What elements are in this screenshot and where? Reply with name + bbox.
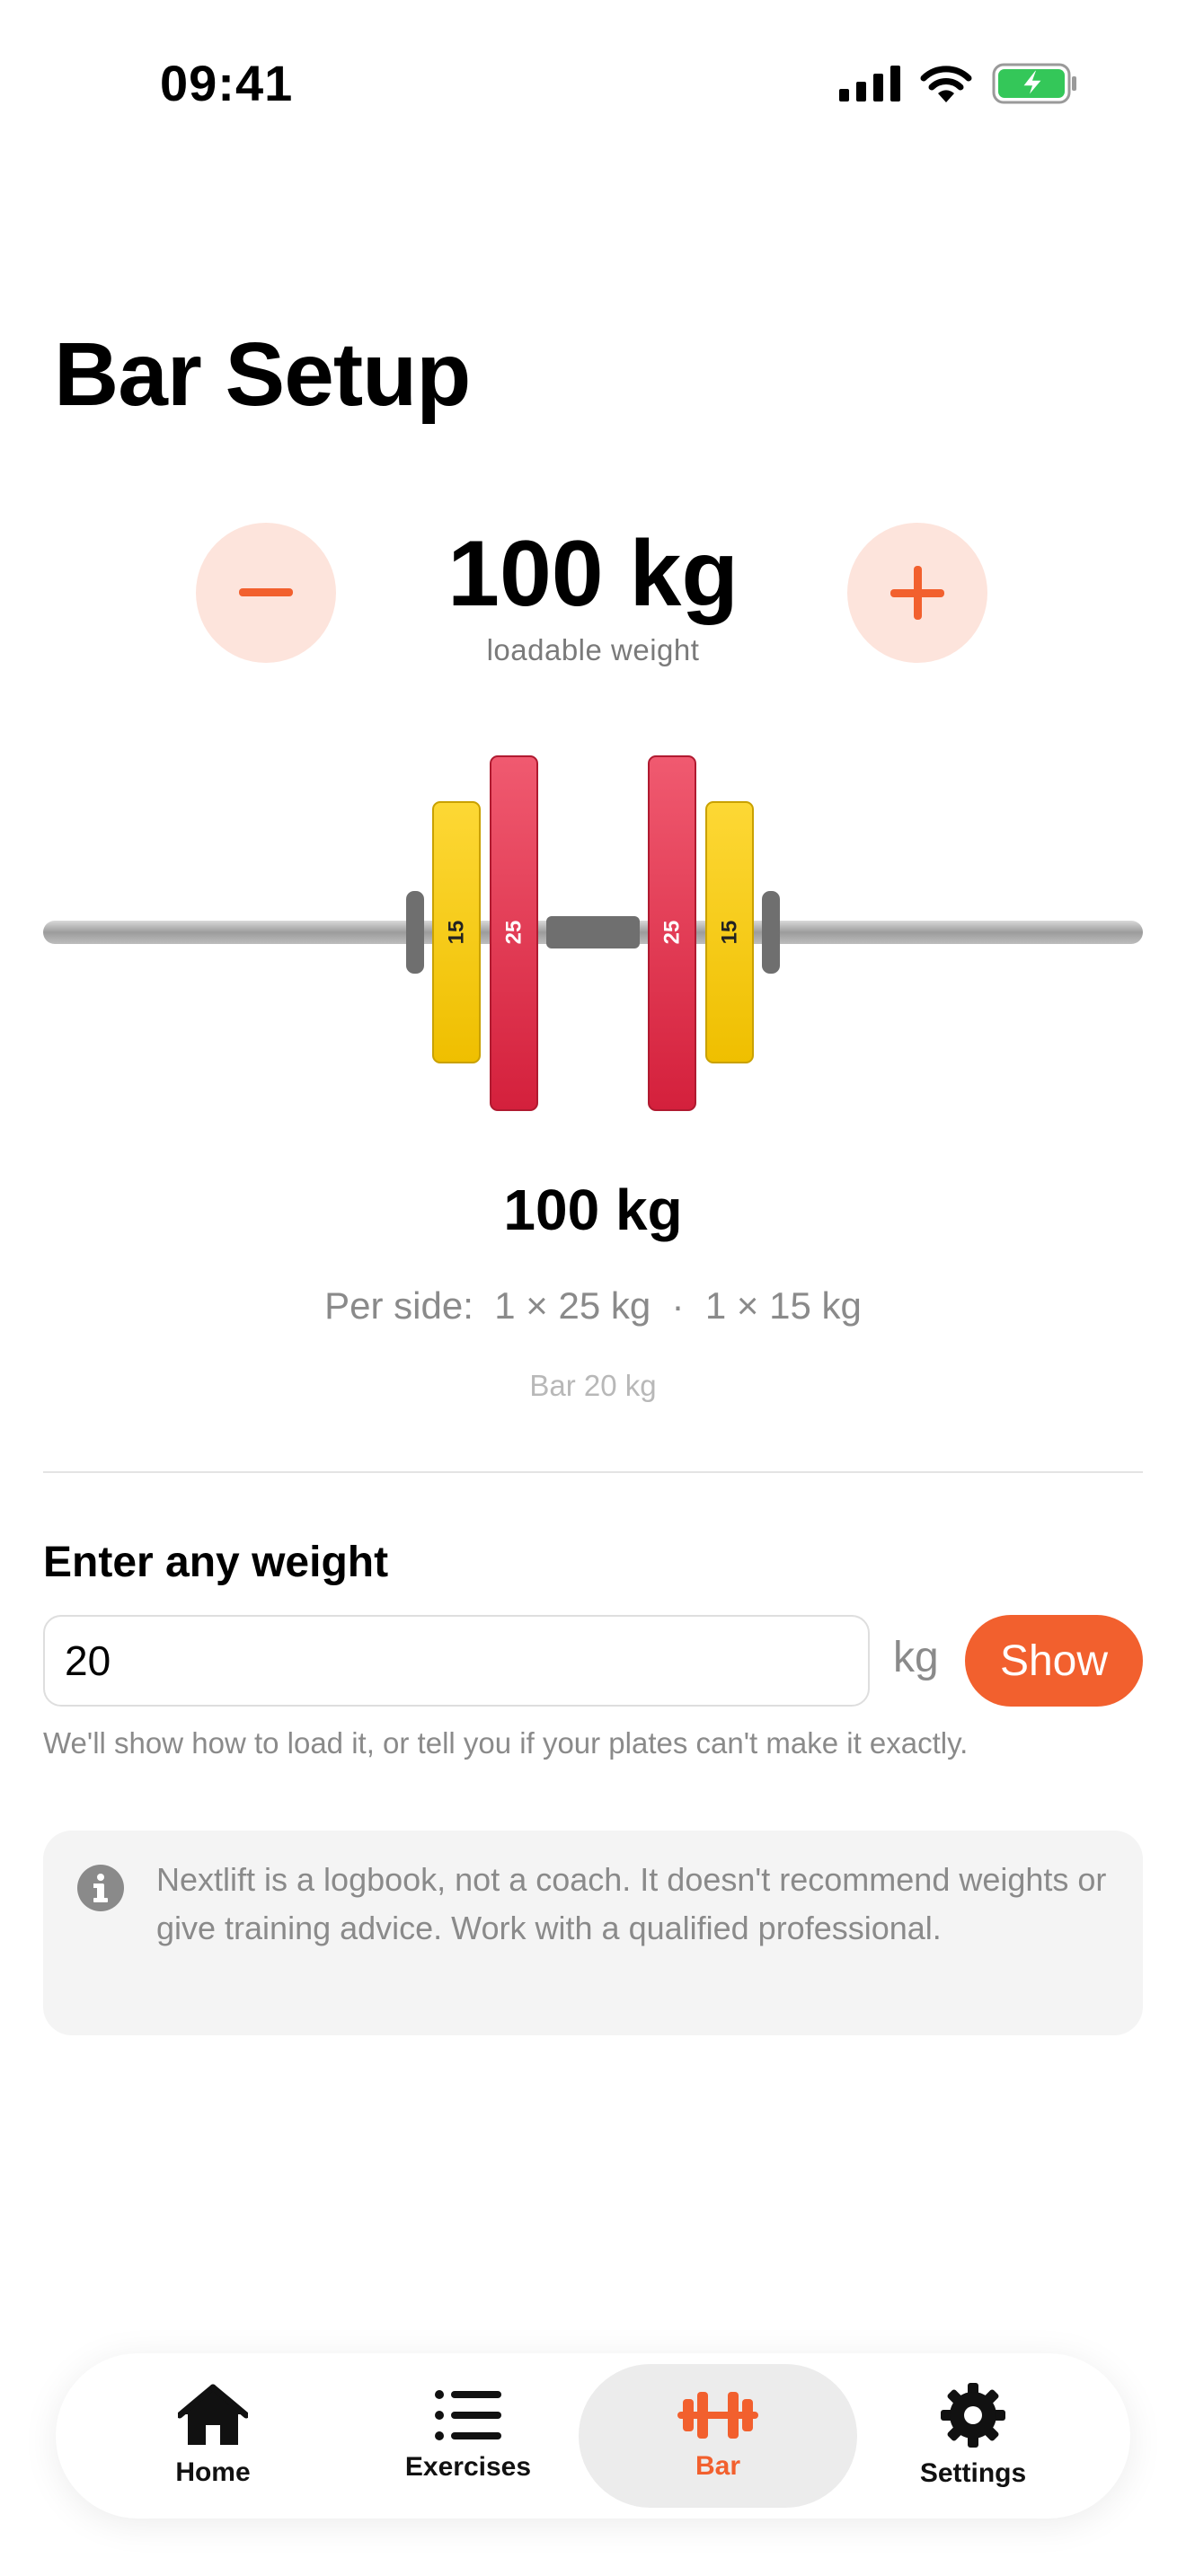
plate-15-left-label: 15	[445, 921, 469, 945]
plate-25-right-label: 25	[660, 921, 685, 945]
tab-bar: Home Exercises Bar Settings	[56, 2353, 1130, 2519]
barbell-icon	[677, 2392, 758, 2439]
minus-icon	[239, 588, 293, 596]
tab-bar-setup[interactable]: Bar	[579, 2364, 857, 2508]
info-icon	[77, 1865, 124, 1911]
loadable-weight-value: 100 kg	[447, 522, 739, 626]
list-icon	[435, 2390, 501, 2440]
total-weight: 100 kg	[503, 1178, 683, 1242]
gear-icon	[941, 2383, 1005, 2448]
cellular-signal-icon	[839, 66, 900, 101]
barbell-diagram: 15 25 25 15	[43, 755, 1143, 1111]
home-icon	[178, 2384, 248, 2445]
plate-25-left-label: 25	[502, 921, 527, 945]
right-collar	[762, 891, 780, 974]
plate-15-right-label: 15	[718, 921, 742, 945]
tab-settings-label: Settings	[919, 2458, 1027, 2488]
increase-weight-button[interactable]	[847, 523, 987, 663]
tab-exercises[interactable]: Exercises	[329, 2364, 607, 2508]
plus-icon	[890, 566, 944, 620]
battery-charging-icon	[992, 63, 1076, 104]
tab-exercises-label: Exercises	[404, 2452, 532, 2482]
status-icons	[839, 63, 1078, 104]
disclaimer-text: Nextlift is a logbook, not a coach. It d…	[156, 1861, 1107, 1946]
tab-bar-label: Bar	[695, 2451, 741, 2481]
page-title: Bar Setup	[54, 324, 471, 425]
show-button[interactable]: Show	[965, 1615, 1143, 1707]
wifi-icon	[920, 66, 972, 102]
tab-home[interactable]: Home	[74, 2364, 352, 2508]
status-time: 09:41	[160, 55, 294, 111]
per-side-breakdown: Per side: 1 × 25 kg · 1 × 15 kg	[324, 1284, 862, 1327]
weight-unit-label: kg	[893, 1634, 939, 1681]
tab-settings[interactable]: Settings	[834, 2364, 1112, 2508]
disclaimer-box: Nextlift is a logbook, not a coach. It d…	[43, 1831, 1143, 2035]
divider	[43, 1471, 1143, 1473]
enter-weight-heading: Enter any weight	[43, 1539, 389, 1586]
bar-weight-note: Bar 20 kg	[529, 1369, 657, 1402]
barbell-grip	[546, 916, 640, 948]
weight-input[interactable]	[43, 1615, 870, 1707]
decrease-weight-button[interactable]	[196, 523, 336, 663]
weight-help-text: We'll show how to load it, or tell you i…	[43, 1726, 969, 1760]
loadable-weight-caption: loadable weight	[486, 633, 700, 666]
tab-home-label: Home	[175, 2457, 251, 2487]
left-collar	[406, 891, 424, 974]
